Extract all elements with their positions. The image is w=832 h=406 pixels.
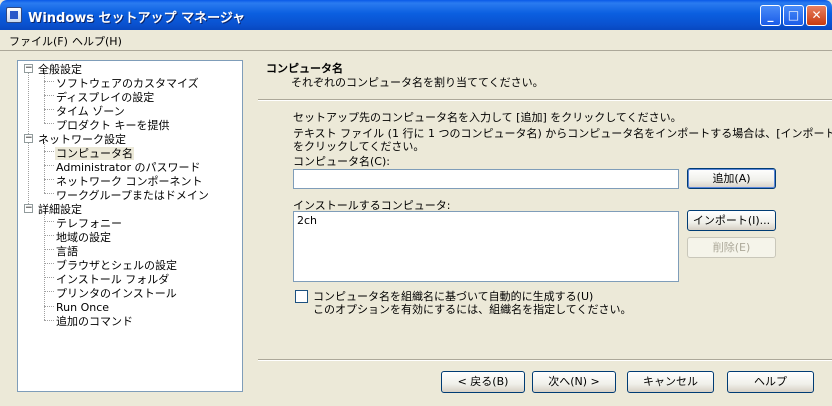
tree-connector (44, 249, 54, 250)
close-button[interactable]: ✕ (806, 5, 827, 26)
minimize-button[interactable]: _ (760, 5, 781, 26)
tree-connector (44, 306, 54, 307)
tree-item-display[interactable]: ディスプレイの設定 (56, 91, 154, 104)
tree-branch-line-general (44, 72, 45, 123)
setup-manager-window: Windows セットアップ マネージャ _ □ ✕ ファイル(F) ヘルプ(H… (0, 0, 832, 406)
tree-connector (44, 235, 54, 236)
add-button[interactable]: 追加(A) (687, 168, 776, 189)
tree-branch-line-advanced (44, 212, 45, 320)
menubar-divider (0, 50, 832, 51)
computer-name-input[interactable] (293, 169, 679, 189)
tree-branch-line-network (44, 142, 45, 193)
menu-help[interactable]: ヘルプ(H) (72, 33, 122, 49)
maximize-button[interactable]: □ (783, 5, 804, 26)
tree-connector (44, 277, 54, 278)
tree-item-computer-name[interactable]: コンピュータ名 (55, 147, 134, 160)
tree-item-time-zone[interactable]: タイム ゾーン (56, 105, 125, 118)
collapse-general-icon[interactable]: − (24, 64, 33, 73)
tree-item-language[interactable]: 言語 (56, 245, 78, 258)
footer-divider-highlight (258, 360, 832, 361)
help-button[interactable]: ヘルプ (727, 371, 814, 393)
tree-connector (44, 320, 54, 321)
tree-item-browser-shell[interactable]: ブラウザとシェルの設定 (56, 259, 177, 272)
window-title: Windows セットアップ マネージャ (28, 11, 246, 26)
page-subtitle: それぞれのコンピュータ名を割り当ててください。 (291, 76, 544, 89)
tree-item-product-key[interactable]: プロダクト キーを提供 (56, 119, 170, 132)
tree-item-advanced[interactable]: 詳細設定 (38, 203, 82, 216)
tree-item-admin-password[interactable]: Administrator のパスワード (56, 161, 200, 174)
tree-connector (44, 109, 54, 110)
cancel-button[interactable]: キャンセル (627, 371, 714, 393)
tree-item-install-folder[interactable]: インストール フォルダ (56, 273, 169, 286)
back-button[interactable]: < 戻る(B) (441, 371, 525, 393)
computers-list[interactable]: 2ch (293, 211, 679, 282)
tree-item-software-customize[interactable]: ソフトウェアのカスタマイズ (56, 77, 199, 90)
auto-generate-note: このオプションを有効にするには、組織名を指定してください。 (313, 303, 632, 316)
app-icon (6, 7, 22, 23)
tree-connector (44, 193, 54, 194)
tree-connector (44, 151, 54, 152)
settings-tree[interactable]: − − − 全般設定 ソフトウェアのカスタマイズ ディスプレイの設定 タイム ゾ… (17, 60, 243, 392)
menu-bar: ファイル(F) ヘルプ(H) (0, 30, 832, 50)
collapse-network-icon[interactable]: − (24, 134, 33, 143)
tree-connector (44, 165, 54, 166)
tree-item-workgroup-domain[interactable]: ワークグループまたはドメイン (56, 189, 209, 202)
tree-connector (44, 179, 54, 180)
title-bar[interactable]: Windows セットアップ マネージャ _ □ ✕ (0, 0, 832, 30)
menu-file[interactable]: ファイル(F) (9, 33, 68, 49)
import-instruction-line2: をクリックしてください。 (293, 140, 425, 153)
delete-button[interactable]: 削除(E) (687, 237, 776, 258)
tree-item-network-components[interactable]: ネットワーク コンポーネント (56, 175, 203, 188)
auto-generate-checkbox[interactable] (295, 290, 308, 303)
tree-item-general[interactable]: 全般設定 (38, 63, 82, 76)
import-button[interactable]: インポート(I)... (687, 210, 776, 231)
instruction-text: セットアップ先のコンピュータ名を入力して [追加] をクリックしてください。 (293, 111, 682, 124)
list-item[interactable]: 2ch (297, 214, 317, 227)
tree-item-telephony[interactable]: テレフォニー (56, 217, 122, 230)
tree-item-run-once[interactable]: Run Once (56, 301, 109, 314)
computer-name-label: コンピュータ名(C): (293, 155, 390, 168)
header-divider-highlight (258, 100, 832, 101)
tree-connector (44, 81, 54, 82)
tree-item-regional[interactable]: 地域の設定 (56, 231, 111, 244)
tree-item-additional-commands[interactable]: 追加のコマンド (56, 315, 133, 328)
tree-item-network[interactable]: ネットワーク設定 (38, 133, 126, 146)
tree-connector (44, 123, 54, 124)
collapse-advanced-icon[interactable]: − (24, 204, 33, 213)
tree-connector (44, 95, 54, 96)
tree-connector (44, 263, 54, 264)
tree-item-printer-install[interactable]: プリンタのインストール (56, 287, 177, 300)
tree-connector (44, 221, 54, 222)
tree-connector (44, 291, 54, 292)
next-button[interactable]: 次へ(N) > (532, 371, 616, 393)
